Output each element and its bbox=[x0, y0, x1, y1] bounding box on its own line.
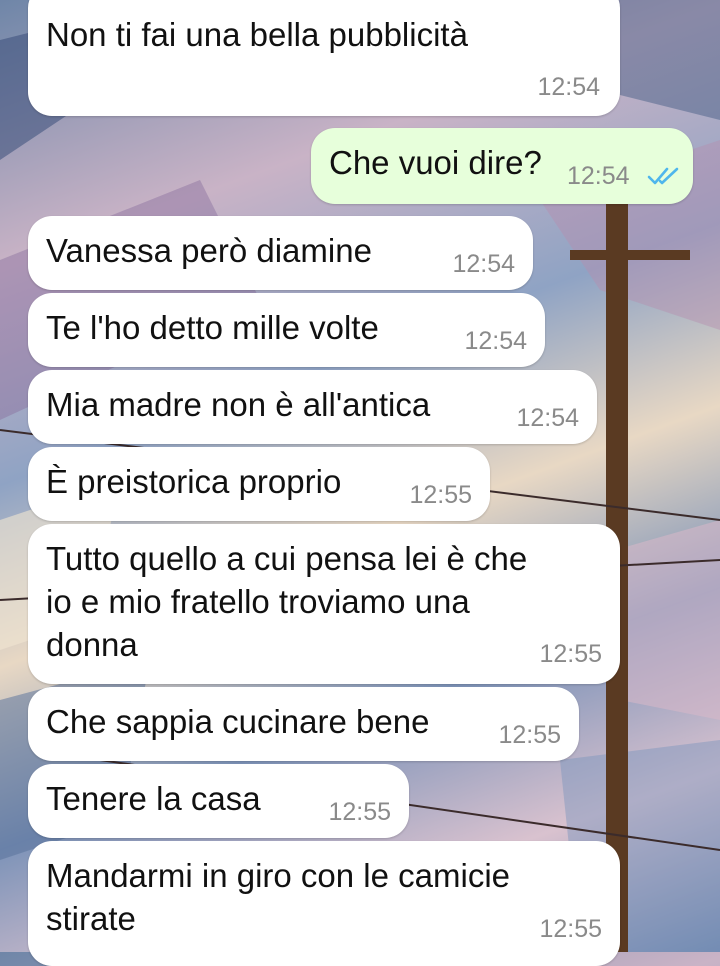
message-bubble-outgoing[interactable]: Che vuoi dire? 12:54 bbox=[311, 128, 693, 204]
message-timestamp: 12:55 bbox=[328, 798, 391, 826]
message-bubble[interactable]: Mia madre non è all'antica 12:54 bbox=[28, 370, 597, 444]
message-timestamp: 12:55 bbox=[409, 481, 472, 509]
message-text: Non ti fai una bella pubblicità bbox=[46, 16, 468, 53]
chat-message-list: Non ti fai una bella pubblicità 12:54 Ch… bbox=[0, 0, 720, 966]
message-text-line: donna bbox=[46, 626, 138, 663]
double-check-read-icon bbox=[647, 167, 679, 185]
message-timestamp: 12:54 bbox=[464, 327, 527, 355]
message-text-line: stirate bbox=[46, 900, 136, 937]
message-bubble[interactable]: Che sappia cucinare bene 12:55 bbox=[28, 687, 579, 761]
message-timestamp: 12:55 bbox=[498, 721, 561, 749]
message-bubble[interactable]: Mandarmi in giro con le camicie stirate … bbox=[28, 841, 620, 966]
message-timestamp: 12:54 bbox=[567, 162, 630, 190]
message-bubble[interactable]: Vanessa però diamine 12:54 bbox=[28, 216, 533, 290]
message-text: È preistorica proprio bbox=[46, 463, 342, 500]
message-timestamp: 12:55 bbox=[539, 640, 602, 668]
message-timestamp: 12:54 bbox=[452, 250, 515, 278]
message-text: Che vuoi dire? bbox=[329, 144, 542, 181]
message-bubble[interactable]: Tenere la casa 12:55 bbox=[28, 764, 409, 838]
message-text-line: Tutto quello a cui pensa lei è che bbox=[46, 540, 528, 577]
message-text: Vanessa però diamine bbox=[46, 232, 372, 269]
message-timestamp: 12:54 bbox=[516, 404, 579, 432]
message-bubble[interactable]: È preistorica proprio 12:55 bbox=[28, 447, 490, 521]
message-bubble[interactable]: Tutto quello a cui pensa lei è che io e … bbox=[28, 524, 620, 684]
message-text: Tenere la casa bbox=[46, 780, 261, 817]
message-text: Che sappia cucinare bene bbox=[46, 703, 430, 740]
message-text: Te l'ho detto mille volte bbox=[46, 309, 379, 346]
message-bubble[interactable]: Te l'ho detto mille volte 12:54 bbox=[28, 293, 545, 367]
message-text: Mia madre non è all'antica bbox=[46, 386, 431, 423]
message-bubble[interactable]: Non ti fai una bella pubblicità 12:54 bbox=[28, 0, 620, 116]
message-text-line: io e mio fratello troviamo una bbox=[46, 583, 470, 620]
message-timestamp: 12:55 bbox=[539, 915, 602, 943]
message-text-line: Mandarmi in giro con le camicie bbox=[46, 857, 511, 894]
message-timestamp: 12:54 bbox=[537, 73, 600, 101]
